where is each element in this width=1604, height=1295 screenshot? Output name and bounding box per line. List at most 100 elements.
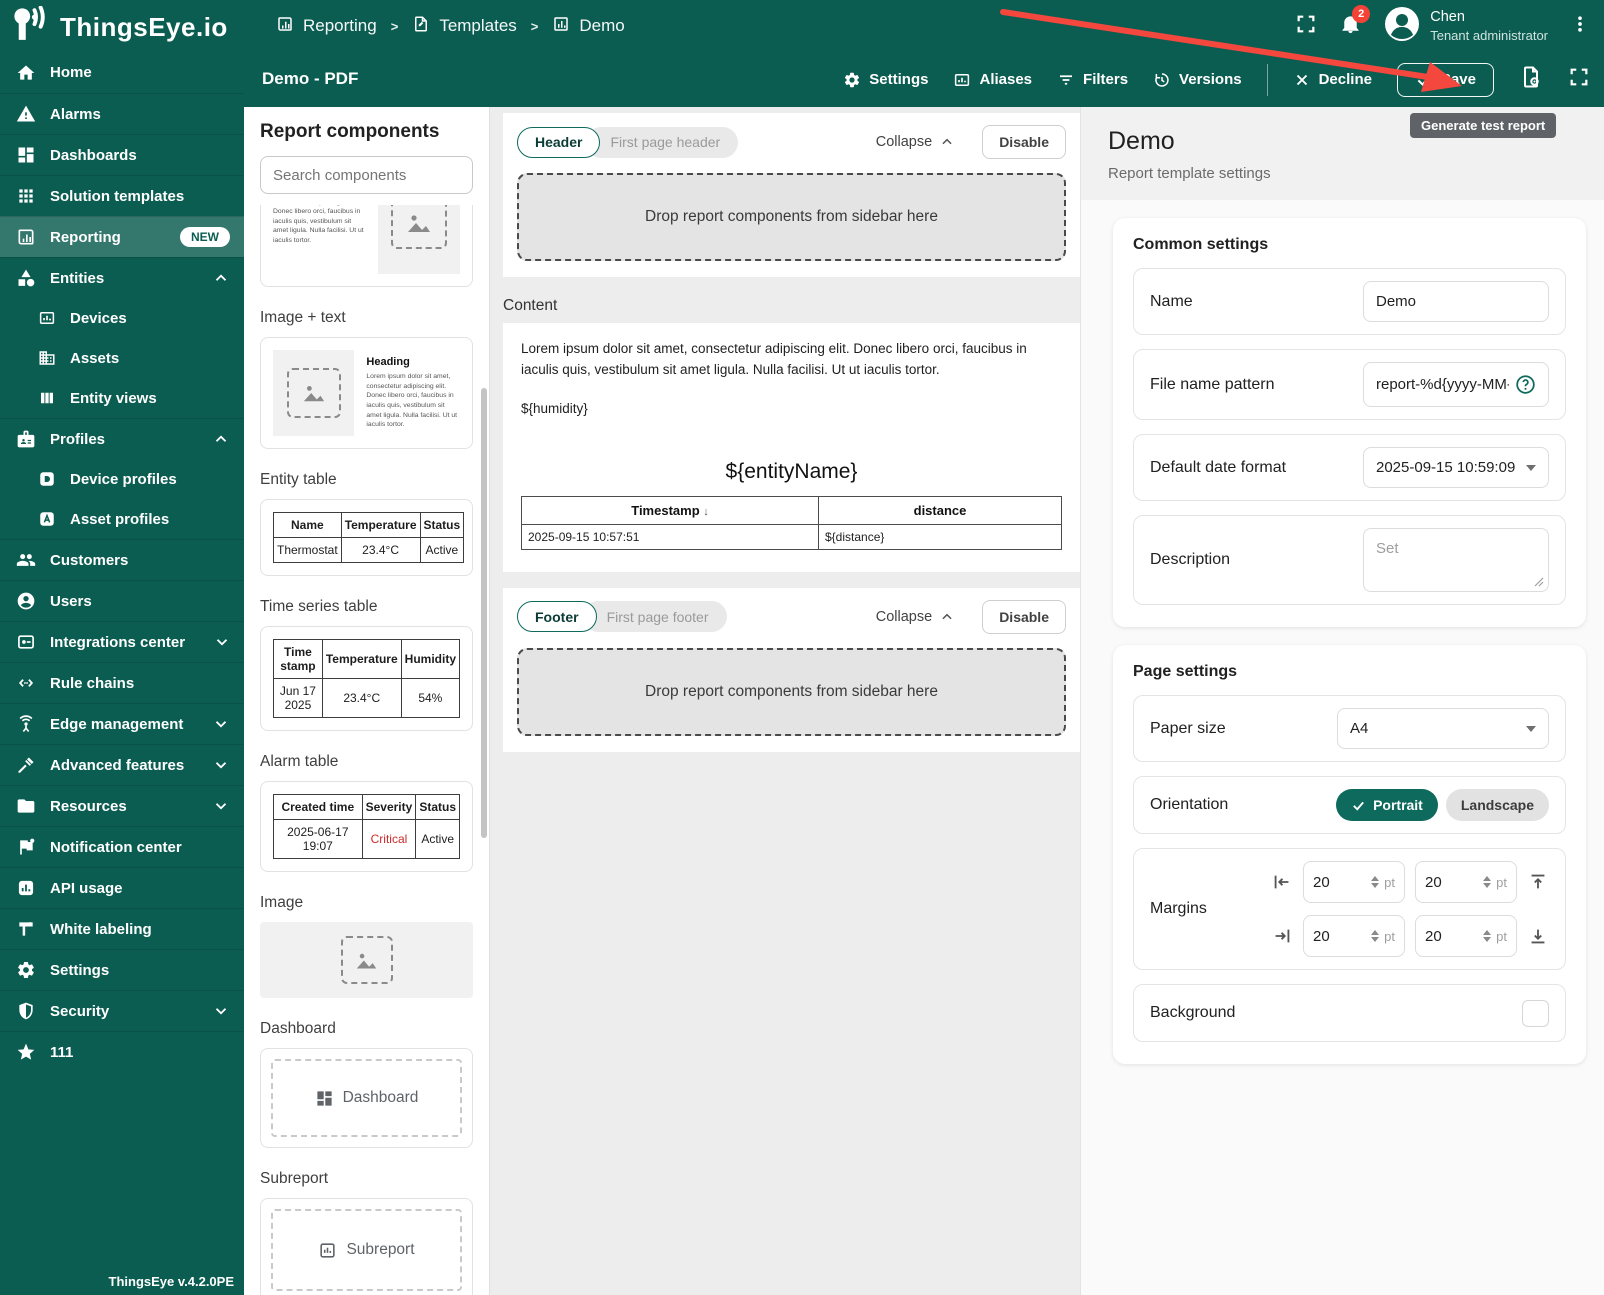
component-card-alarm-table[interactable]: Created time Severity Status 2025-06-17 … [260, 781, 473, 872]
header-dropzone[interactable]: Drop report components from sidebar here [517, 173, 1066, 261]
content-page[interactable]: Lorem ipsum dolor sit amet, consectetur … [503, 323, 1080, 572]
search-input[interactable] [273, 166, 472, 184]
margin-top-icon [1531, 874, 1545, 889]
section-label-entity-table: Entity table [260, 471, 337, 488]
component-card-image-text[interactable]: Heading Lorem ipsum dolor sit amet, cons… [260, 337, 473, 449]
generate-test-report-icon[interactable] [1519, 65, 1543, 94]
margin-bottom-stepper[interactable]: 20 pt [1415, 915, 1517, 957]
breadcrumb-separator: > [530, 18, 539, 34]
stepper-arrows-icon[interactable] [1483, 876, 1492, 888]
sidebar-item-device-profiles[interactable]: Device profiles [0, 459, 244, 499]
sidebar-item-rule-chains[interactable]: Rule chains [0, 662, 244, 703]
notification-count-badge: 2 [1352, 5, 1371, 23]
date-format-select[interactable]: 2025-09-15 10:59:09 [1363, 447, 1549, 488]
stepper-arrows-icon[interactable] [1483, 930, 1492, 942]
sidebar-item-integrations-center[interactable]: Integrations center [0, 621, 244, 662]
breadcrumb-templates[interactable]: Templates [412, 15, 517, 38]
decline-button[interactable]: Decline [1293, 71, 1372, 89]
header-chip[interactable]: Header [517, 126, 601, 158]
file-name-pattern-field[interactable]: report-%d{yyyy-MM-dd [1363, 362, 1549, 407]
component-card-dashboard[interactable]: Dashboard [260, 1048, 473, 1148]
brand-logo[interactable]: ThingsEye.io [10, 5, 228, 49]
entity-name-heading: ${entityName} [725, 459, 858, 483]
toolbar-fullscreen-icon[interactable] [1568, 66, 1590, 93]
sidebar-item-asset-profiles[interactable]: Asset profiles [0, 499, 244, 539]
resize-handle-icon[interactable] [1534, 577, 1544, 587]
sidebar-item-home[interactable]: Home [0, 52, 244, 93]
new-badge: NEW [180, 227, 230, 247]
stepper-arrows-icon[interactable] [1371, 930, 1380, 942]
margin-left-stepper[interactable]: 20 pt [1303, 861, 1405, 903]
breadcrumb-reporting[interactable]: Reporting [276, 15, 377, 38]
sidebar-item-customers[interactable]: Customers [0, 539, 244, 580]
sidebar-item-advanced-features[interactable]: Advanced features [0, 744, 244, 785]
help-icon[interactable] [1515, 374, 1536, 395]
margin-top-stepper[interactable]: 20 pt [1415, 861, 1517, 903]
name-field[interactable]: Demo [1363, 281, 1549, 322]
image-placeholder-icon [340, 936, 393, 984]
component-card-time-series-table[interactable]: Time stamp Temperature Humidity Jun 17 2… [260, 626, 473, 731]
sidebar-item-dashboards[interactable]: Dashboards [0, 134, 244, 175]
sidebar-item-solution-templates[interactable]: Solution templates [0, 175, 244, 216]
filters-button[interactable]: Filters [1057, 71, 1128, 89]
sidebar-item-devices[interactable]: Devices [0, 298, 244, 338]
description-textarea[interactable]: Set [1363, 528, 1549, 592]
landscape-toggle[interactable]: Landscape [1445, 789, 1549, 821]
stepper-arrows-icon[interactable] [1371, 876, 1380, 888]
paper-size-select[interactable]: A4 [1337, 708, 1549, 749]
footer-chip[interactable]: Footer [517, 601, 597, 633]
first-page-header-chip[interactable]: First page header [586, 126, 739, 158]
versions-button[interactable]: Versions [1153, 71, 1242, 89]
sidebar-item-111[interactable]: 111 [0, 1031, 244, 1072]
sidebar-item-edge-management[interactable]: Edge management [0, 703, 244, 744]
description-row: Description Set [1133, 515, 1566, 605]
timestamp-column-header[interactable]: Timestamp ↓ [521, 495, 819, 525]
footer-dropzone[interactable]: Drop report components from sidebar here [517, 647, 1066, 736]
section-label-image-text: Image + text [260, 309, 346, 326]
sidebar-item-resources[interactable]: Resources [0, 785, 244, 826]
component-card-subreport[interactable]: Subreport [260, 1198, 473, 1295]
sidebar-item-reporting[interactable]: Reporting NEW [0, 216, 244, 257]
header-disable-button[interactable]: Disable [982, 125, 1066, 159]
sidebar-item-profiles[interactable]: Profiles [0, 418, 244, 459]
report-components-panel: Report components Heading Lorem ipsum do… [244, 107, 490, 1295]
sidebar-item-entity-views[interactable]: Entity views [0, 378, 244, 418]
header-collapse-button[interactable]: Collapse [876, 134, 954, 150]
save-button[interactable]: Save [1396, 62, 1494, 97]
sidebar-item-notification-center[interactable]: Notification center [0, 826, 244, 867]
aliases-button[interactable]: Aliases [953, 71, 1032, 89]
sidebar-item-white-labeling[interactable]: White labeling [0, 908, 244, 949]
margin-right-stepper[interactable]: 20 pt [1303, 915, 1405, 957]
sidebar-item-entities[interactable]: Entities [0, 257, 244, 298]
notifications-bell-icon[interactable]: 2 [1339, 5, 1371, 40]
image-placeholder-icon [390, 205, 447, 249]
breadcrumb-demo[interactable]: Demo [552, 15, 625, 38]
sidebar-item-api-usage[interactable]: API usage [0, 867, 244, 908]
fullscreen-icon[interactable] [1295, 13, 1317, 40]
report-icon [552, 15, 570, 38]
kebab-menu-icon[interactable] [1570, 13, 1590, 40]
sidebar-item-security[interactable]: Security [0, 990, 244, 1031]
distance-column-header[interactable]: distance [818, 495, 1062, 525]
component-card-entity-table[interactable]: Name Temperature Status Thermostat 23.4°… [260, 499, 473, 576]
sidebar-item-alarms[interactable]: Alarms [0, 93, 244, 134]
section-label-alarm-table: Alarm table [260, 753, 339, 770]
components-scrollbar[interactable] [481, 388, 487, 838]
chevron-up-icon [942, 138, 952, 145]
sidebar-item-assets[interactable]: Assets [0, 338, 244, 378]
sidebar-item-settings[interactable]: Settings [0, 949, 244, 990]
settings-button[interactable]: Settings [843, 71, 928, 89]
user-menu[interactable]: Chen Tenant administrator [1384, 6, 1548, 47]
chevron-up-icon [942, 613, 952, 620]
background-checkbox[interactable] [1522, 999, 1549, 1027]
margin-left-icon [1274, 875, 1289, 889]
search-components-box[interactable] [260, 156, 473, 194]
footer-collapse-button[interactable]: Collapse [876, 609, 954, 625]
component-card-text-image[interactable]: Heading Lorem ipsum dolor sit amet, cons… [260, 205, 473, 287]
first-page-footer-chip[interactable]: First page footer [582, 601, 727, 633]
component-card-image[interactable] [260, 922, 473, 998]
portrait-toggle[interactable]: Portrait [1336, 789, 1438, 821]
header-section: Header First page header Collapse Disabl… [503, 113, 1080, 277]
footer-disable-button[interactable]: Disable [982, 599, 1066, 634]
sidebar-item-users[interactable]: Users [0, 580, 244, 621]
